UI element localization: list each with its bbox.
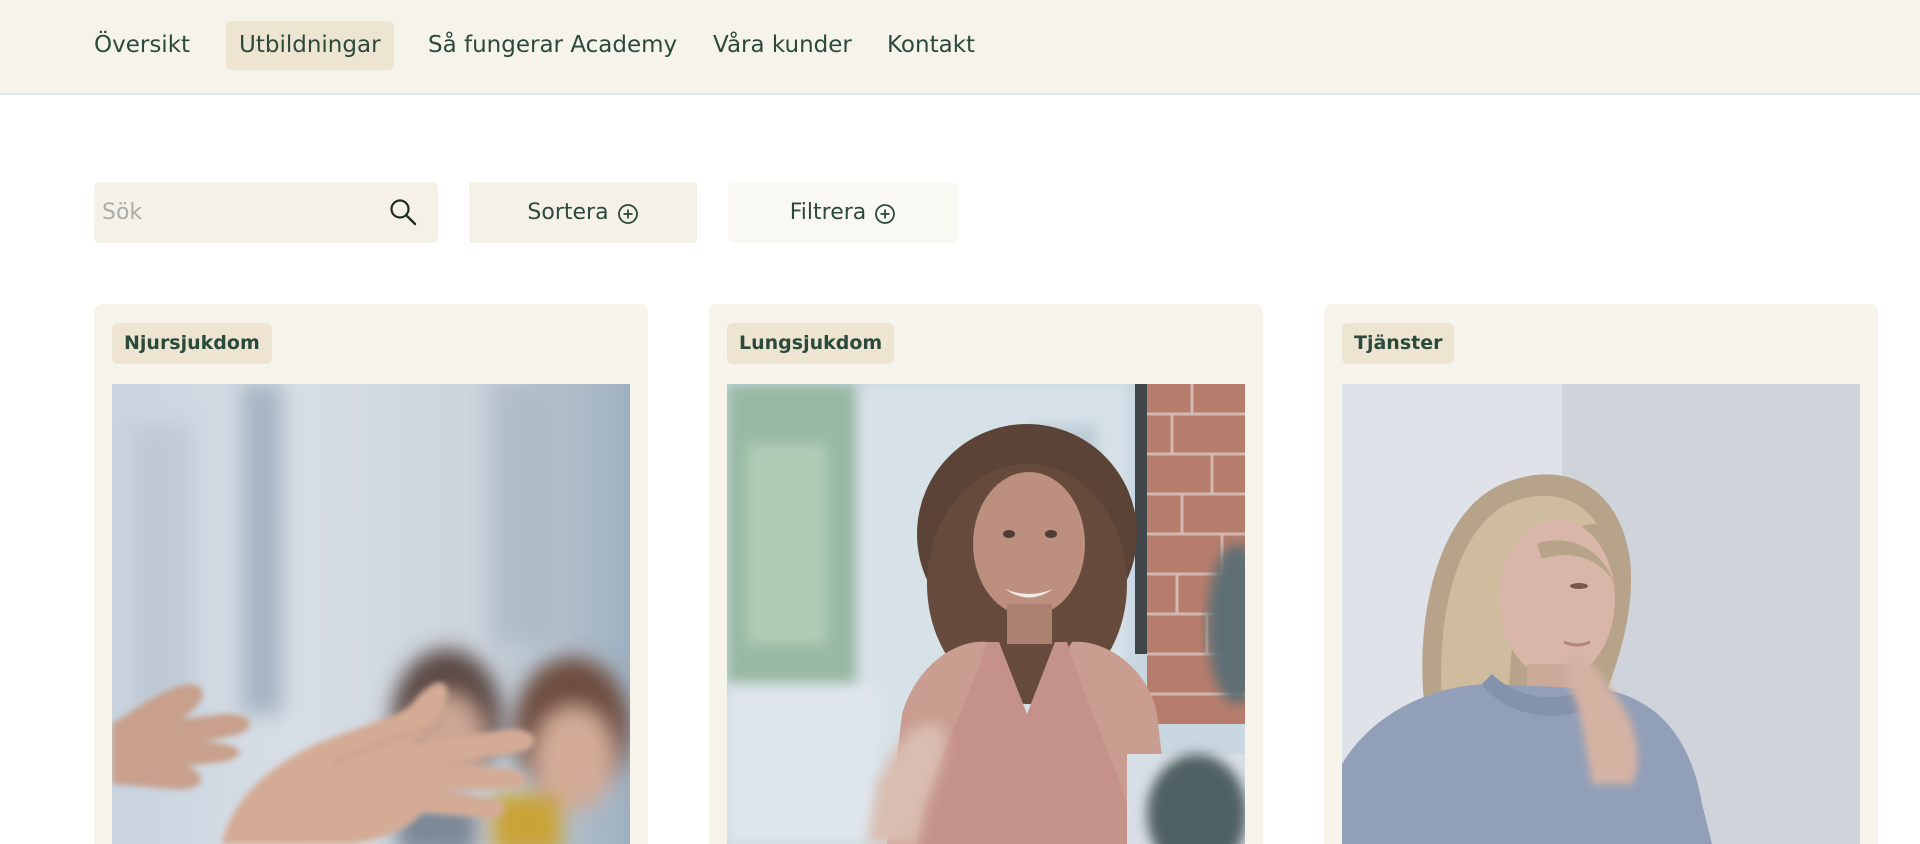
- plus-circle-icon: [617, 204, 638, 224]
- category-tag: Lungsjukdom: [727, 323, 895, 364]
- nav-item-vara-kunder[interactable]: Våra kunder: [700, 21, 865, 70]
- sort-button[interactable]: Sortera: [469, 182, 697, 243]
- thoughtful-blonde-woman-photo: [1342, 384, 1860, 844]
- filter-label: Filtrera: [789, 200, 867, 225]
- course-card[interactable]: Lungsjukdom: [709, 304, 1263, 844]
- nav-item-kontakt[interactable]: Kontakt: [874, 21, 988, 70]
- course-card[interactable]: Njursjukdom: [94, 304, 648, 844]
- sort-label: Sortera: [527, 200, 609, 225]
- search-box: [94, 182, 438, 243]
- people-gesturing-hands-photo: [112, 384, 630, 844]
- category-tag: Tjänster: [1342, 323, 1455, 364]
- top-navigation: Översikt Utbildningar Så fungerar Academ…: [0, 0, 1920, 95]
- filter-button[interactable]: Filtrera: [728, 182, 958, 243]
- nav-item-sa-fungerar-academy[interactable]: Så fungerar Academy: [415, 21, 690, 70]
- search-icon[interactable]: [388, 197, 418, 227]
- course-card[interactable]: Tjänster: [1324, 304, 1878, 844]
- plus-circle-icon: [875, 204, 896, 224]
- nav-item-utbildningar[interactable]: Utbildningar: [226, 21, 394, 70]
- search-input[interactable]: [102, 182, 382, 243]
- category-tag: Njursjukdom: [112, 323, 272, 364]
- nav-item-oversikt[interactable]: Översikt: [81, 21, 203, 70]
- smiling-woman-curly-hair-photo: [727, 384, 1245, 844]
